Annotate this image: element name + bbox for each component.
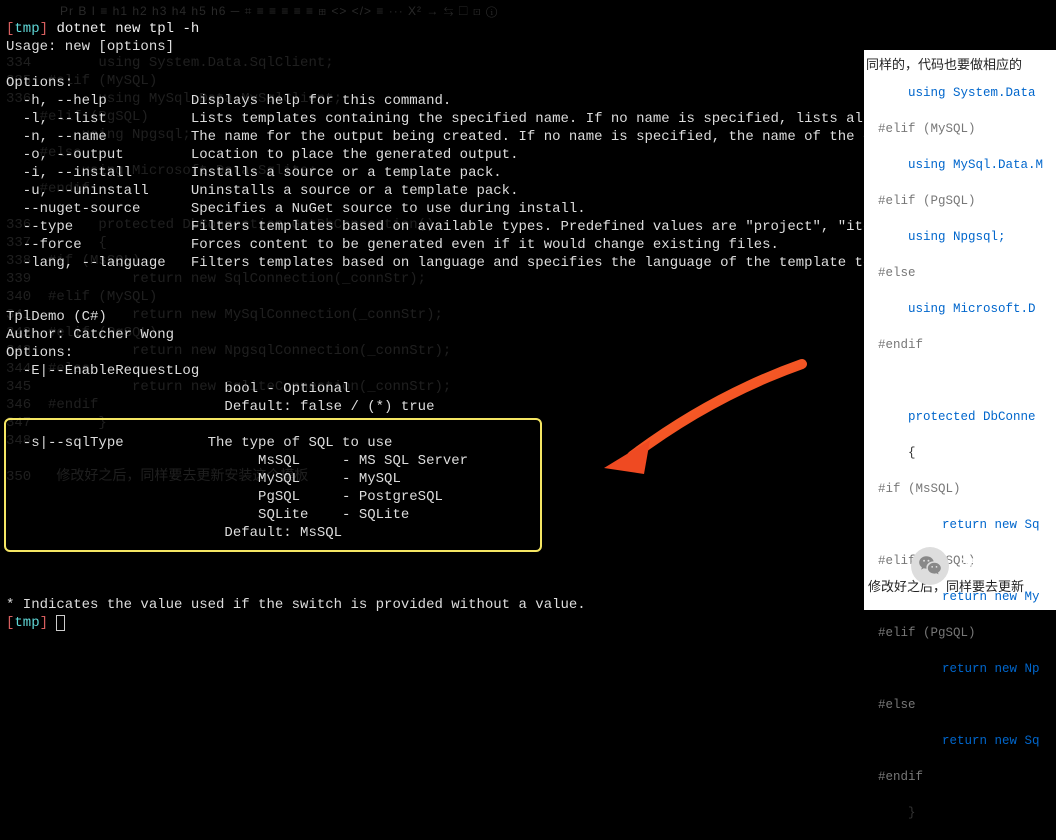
tpl-author: Author: Catcher Wong	[6, 327, 174, 343]
tpl-opt-enablerequestlog: -E|--EnableRequestLog	[6, 363, 199, 379]
tpl-options-header: Options:	[6, 345, 73, 361]
right-panel-text-top: 同样的，代码也要做相应的	[864, 50, 1056, 84]
usage-line: Usage: new [options]	[6, 39, 174, 55]
right-panel: 同样的，代码也要做相应的 using System.Data #elif (My…	[864, 50, 1056, 610]
prompt-line: [tmp] dotnet new tpl -h	[6, 21, 199, 37]
prompt-line-2[interactable]: [tmp]	[6, 615, 65, 631]
wechat-icon	[911, 547, 949, 585]
options-header: Options:	[6, 75, 73, 91]
cursor	[56, 615, 65, 631]
wechat-account-name: 追逐时光者	[959, 557, 1044, 575]
arrow-annotation-icon	[592, 356, 812, 486]
highlight-sqltype-box	[4, 418, 542, 552]
right-panel-code: using System.Data #elif (MySQL) using My…	[864, 84, 1056, 840]
tpl-header: TplDemo (C#)	[6, 309, 107, 325]
wechat-watermark: 追逐时光者	[911, 547, 1044, 585]
